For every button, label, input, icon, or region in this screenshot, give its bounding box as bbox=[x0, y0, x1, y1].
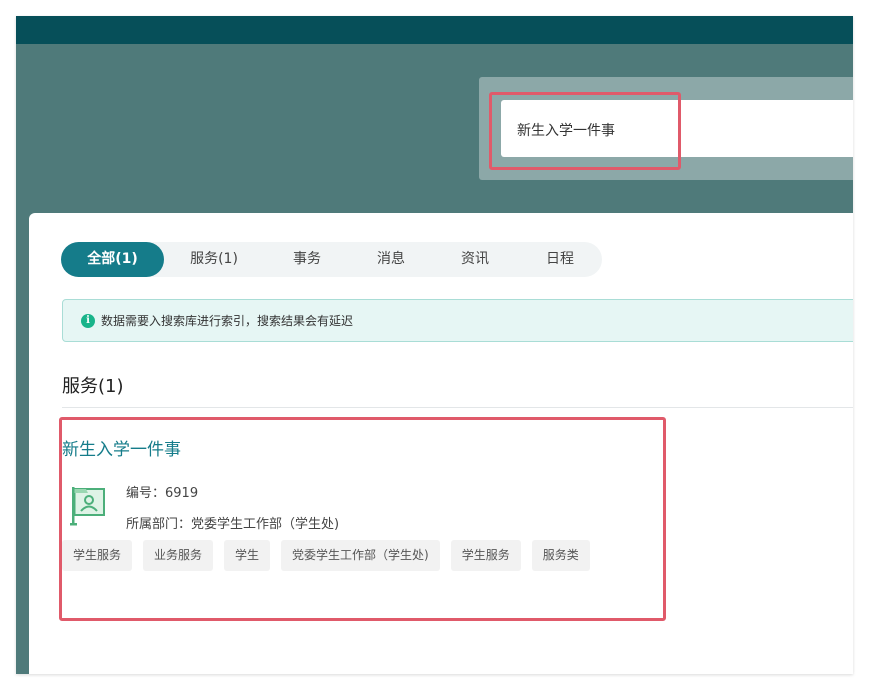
tab-all[interactable]: 全部(1) bbox=[61, 242, 164, 277]
tag-item: 服务类 bbox=[531, 540, 590, 571]
tag-item: 业务服务 bbox=[143, 540, 214, 571]
result-title-link[interactable]: 新生入学一件事 bbox=[62, 435, 181, 460]
service-department-label: 所属部门： bbox=[126, 517, 192, 532]
service-number-value: 6919 bbox=[165, 486, 199, 501]
tag-item: 党委学生工作部（学生处) bbox=[281, 540, 440, 571]
tab-services[interactable]: 服务(1) bbox=[164, 242, 264, 277]
service-department: 所属部门：党委学生工作部（学生处) bbox=[126, 513, 339, 532]
tab-schedule[interactable]: 日程 bbox=[518, 242, 602, 277]
search-input[interactable]: 新生入学一件事 bbox=[501, 100, 853, 157]
top-header-bar bbox=[16, 16, 853, 44]
tab-messages[interactable]: 消息 bbox=[350, 242, 432, 277]
notice-text: 数据需要入搜索库进行索引，搜索结果会有延迟 bbox=[101, 314, 354, 328]
service-flag-icon bbox=[70, 487, 105, 526]
filter-tabs: 全部(1) 服务(1) 事务 消息 资讯 日程 bbox=[61, 242, 602, 277]
tag-item: 学生 bbox=[224, 540, 271, 571]
service-number: 编号：6919 bbox=[126, 482, 198, 501]
section-title: 服务(1) bbox=[62, 376, 124, 397]
service-department-value: 党委学生工作部（学生处) bbox=[191, 517, 340, 532]
tab-affairs[interactable]: 事务 bbox=[264, 242, 350, 277]
section-divider bbox=[62, 407, 853, 408]
tag-item: 学生服务 bbox=[62, 540, 133, 571]
indexing-notice: i 数据需要入搜索库进行索引，搜索结果会有延迟 bbox=[62, 299, 853, 342]
tag-item: 学生服务 bbox=[450, 540, 521, 571]
info-icon: i bbox=[81, 313, 95, 328]
result-tags: 学生服务 业务服务 学生 党委学生工作部（学生处) 学生服务 服务类 bbox=[62, 540, 601, 571]
tab-news[interactable]: 资讯 bbox=[432, 242, 518, 277]
app-window: 新生入学一件事 全部(1) 服务(1) 事务 消息 资讯 日程 i 数据需要入搜… bbox=[16, 16, 853, 674]
service-number-label: 编号： bbox=[126, 486, 166, 501]
